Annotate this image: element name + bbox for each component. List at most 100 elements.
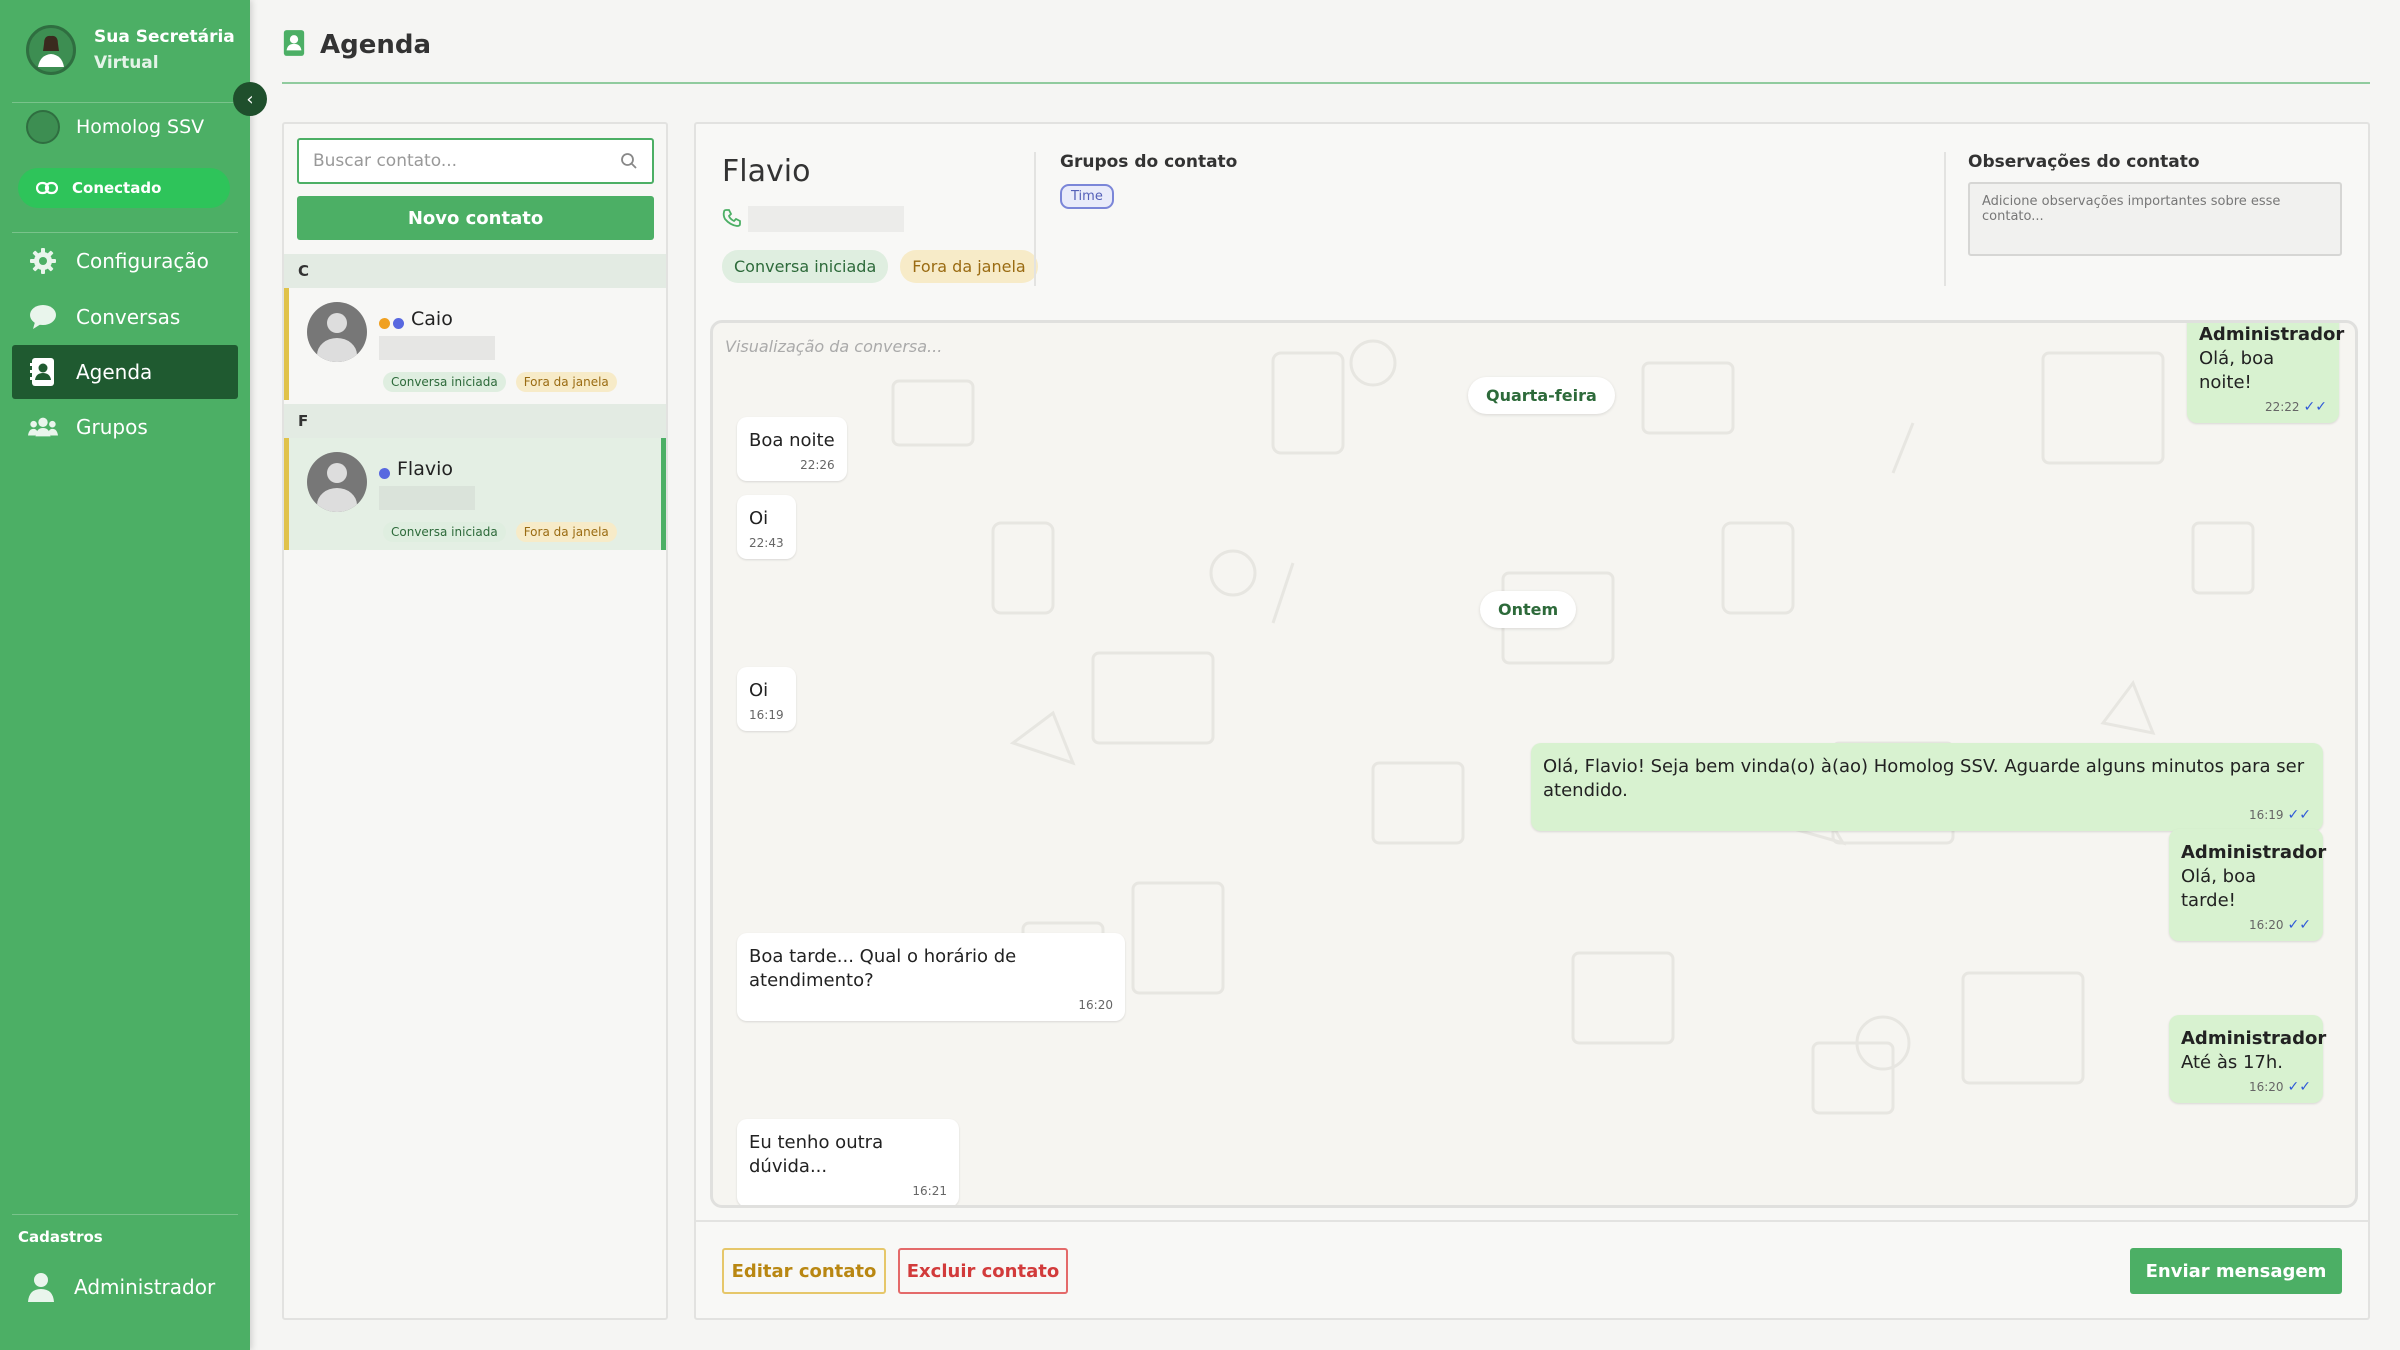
edit-contact-button[interactable]: Editar contato bbox=[722, 1248, 886, 1294]
connection-status-badge[interactable]: Conectado bbox=[18, 168, 230, 208]
contacts-panel: Novo contato C Caio Conversa iniciada Fo… bbox=[282, 122, 668, 1320]
new-contact-button[interactable]: Novo contato bbox=[297, 196, 654, 240]
sidebar-item-label: Grupos bbox=[76, 415, 148, 439]
collapse-sidebar-button[interactable]: ‹ bbox=[233, 82, 267, 116]
message-time: 16:20 bbox=[2248, 1080, 2284, 1094]
brand: Sua Secretária Virtual bbox=[26, 24, 235, 76]
search-box[interactable] bbox=[297, 138, 654, 184]
user-icon bbox=[26, 1272, 56, 1302]
message-outgoing: Olá, Flavio! Seja bem vinda(o) à(ao) Hom… bbox=[1531, 743, 2323, 831]
day-separator-ontem: Ontem bbox=[1480, 591, 1577, 628]
delete-contact-button[interactable]: Excluir contato bbox=[898, 1248, 1068, 1294]
letter-header-c: C bbox=[284, 254, 666, 288]
message-text: Oi bbox=[749, 508, 769, 529]
message-text: Olá, Flavio! Seja bem vinda(o) à(ao) Hom… bbox=[1543, 756, 2305, 801]
contact-name: Flavio bbox=[397, 458, 453, 480]
message-text: Olá, boa tarde! bbox=[2181, 866, 2257, 911]
double-check-icon: ✓✓ bbox=[2303, 399, 2327, 415]
message-outgoing: Administrador Olá, boa tarde! 16:20 ✓✓ bbox=[2169, 829, 2327, 941]
contact-phone-redacted bbox=[748, 206, 904, 232]
message-author: Administrador bbox=[2181, 842, 2327, 863]
search-input[interactable] bbox=[313, 151, 620, 171]
status-dot-blue bbox=[393, 318, 404, 329]
instance-avatar bbox=[26, 110, 60, 144]
message-time: 16:21 bbox=[912, 1184, 947, 1198]
message-incoming: Eu tenho outra dúvida... 16:21 bbox=[737, 1119, 959, 1205]
group-chip-time[interactable]: Time bbox=[1060, 184, 1114, 209]
tag-conversa-iniciada: Conversa iniciada bbox=[722, 250, 889, 283]
message-text: Boa noite bbox=[749, 430, 835, 451]
divider bbox=[696, 1220, 2368, 1222]
divider bbox=[1944, 152, 1946, 286]
sidebar: Sua Secretária Virtual ‹ Homolog SSV Con… bbox=[0, 0, 267, 1350]
chevron-left-icon: ‹ bbox=[246, 88, 254, 110]
message-time: 16:19 bbox=[2248, 808, 2284, 822]
sidebar-item-agenda[interactable]: Agenda bbox=[12, 345, 238, 399]
sidebar-item-administrador[interactable]: Administrador bbox=[26, 1272, 215, 1302]
contact-book-icon bbox=[28, 357, 58, 387]
message-time: 22:43 bbox=[749, 536, 784, 550]
connection-status-label: Conectado bbox=[72, 179, 162, 197]
tag-fora-da-janela: Fora da janela bbox=[900, 250, 1038, 283]
chat-preview[interactable]: Visualização da conversa... Administrado… bbox=[710, 320, 2358, 1208]
avatar bbox=[307, 302, 367, 362]
sidebar-item-label: Conversas bbox=[76, 305, 181, 329]
message-time: 16:20 bbox=[1078, 998, 1113, 1012]
divider bbox=[12, 102, 238, 103]
message-time: 22:26 bbox=[800, 458, 835, 472]
chat-scrollbar[interactable] bbox=[2355, 695, 2358, 1195]
contact-name: Caio bbox=[411, 308, 453, 330]
instance-selector[interactable]: Homolog SSV bbox=[26, 110, 204, 144]
sidebar-item-grupos[interactable]: Grupos bbox=[12, 400, 238, 454]
instance-name: Homolog SSV bbox=[76, 116, 205, 138]
double-check-icon: ✓✓ bbox=[2287, 1079, 2311, 1095]
observations-field[interactable] bbox=[1968, 182, 2342, 256]
brand-name: Sua Secretária bbox=[94, 27, 235, 47]
message-outgoing: Administrador Olá, boa noite! 22:22 ✓✓ bbox=[2187, 323, 2345, 423]
sidebar-item-conversas[interactable]: Conversas bbox=[12, 290, 238, 344]
brand-avatar bbox=[26, 25, 76, 75]
message-text: Eu tenho outra dúvida... bbox=[749, 1132, 884, 1177]
status-dot-blue bbox=[379, 468, 390, 479]
status-dots bbox=[379, 468, 390, 479]
message-author: Administrador bbox=[2181, 1028, 2327, 1049]
groups-title: Grupos do contato bbox=[1060, 152, 1238, 172]
tag-fora-da-janela: Fora da janela bbox=[515, 372, 617, 392]
gear-icon bbox=[28, 246, 58, 276]
section-title-cadastros: Cadastros bbox=[18, 1228, 103, 1246]
send-message-button[interactable]: Enviar mensagem bbox=[2130, 1248, 2342, 1294]
message-time: 16:19 bbox=[749, 708, 784, 722]
contact-detail-name: Flavio bbox=[722, 154, 811, 189]
divider bbox=[12, 232, 238, 233]
page-title: Agenda bbox=[320, 30, 432, 60]
link-icon bbox=[36, 181, 58, 195]
admin-label: Administrador bbox=[74, 1275, 216, 1299]
double-check-icon: ✓✓ bbox=[2287, 917, 2311, 933]
status-dot-orange bbox=[379, 318, 390, 329]
letter-header-f: F bbox=[284, 404, 666, 438]
contact-phone-redacted bbox=[379, 486, 475, 510]
message-incoming: Oi 22:43 bbox=[737, 495, 796, 559]
chat-placeholder: Visualização da conversa... bbox=[725, 337, 943, 356]
contact-item-caio[interactable]: Caio Conversa iniciada Fora da janela bbox=[284, 288, 666, 400]
message-incoming: Oi 16:19 bbox=[737, 667, 796, 731]
observations-title: Observações do contato bbox=[1968, 152, 2200, 172]
divider bbox=[12, 1214, 238, 1215]
message-incoming: Boa tarde... Qual o horário de atendimen… bbox=[737, 933, 1125, 1021]
tag-conversa-iniciada: Conversa iniciada bbox=[383, 372, 506, 392]
message-time: 16:20 bbox=[2248, 918, 2284, 932]
search-icon[interactable] bbox=[620, 152, 638, 170]
contact-detail-panel: Flavio Conversa iniciada Fora da janela … bbox=[694, 122, 2370, 1320]
double-check-icon: ✓✓ bbox=[2287, 807, 2311, 823]
message-outgoing: Administrador Até às 17h. 16:20 ✓✓ bbox=[2169, 1015, 2327, 1103]
page-header: Agenda bbox=[282, 30, 431, 60]
message-author: Administrador bbox=[2199, 324, 2345, 345]
contact-phone-redacted bbox=[379, 336, 495, 360]
sidebar-item-configuracao[interactable]: Configuração bbox=[12, 234, 238, 288]
phone-icon bbox=[722, 209, 741, 227]
day-separator-quarta-feira: Quarta-feira bbox=[1468, 377, 1615, 414]
message-text: Até às 17h. bbox=[2181, 1052, 2284, 1073]
contact-item-flavio[interactable]: Flavio Conversa iniciada Fora da janela bbox=[284, 438, 666, 550]
sidebar-item-label: Configuração bbox=[76, 249, 209, 273]
header-divider bbox=[282, 82, 2370, 84]
